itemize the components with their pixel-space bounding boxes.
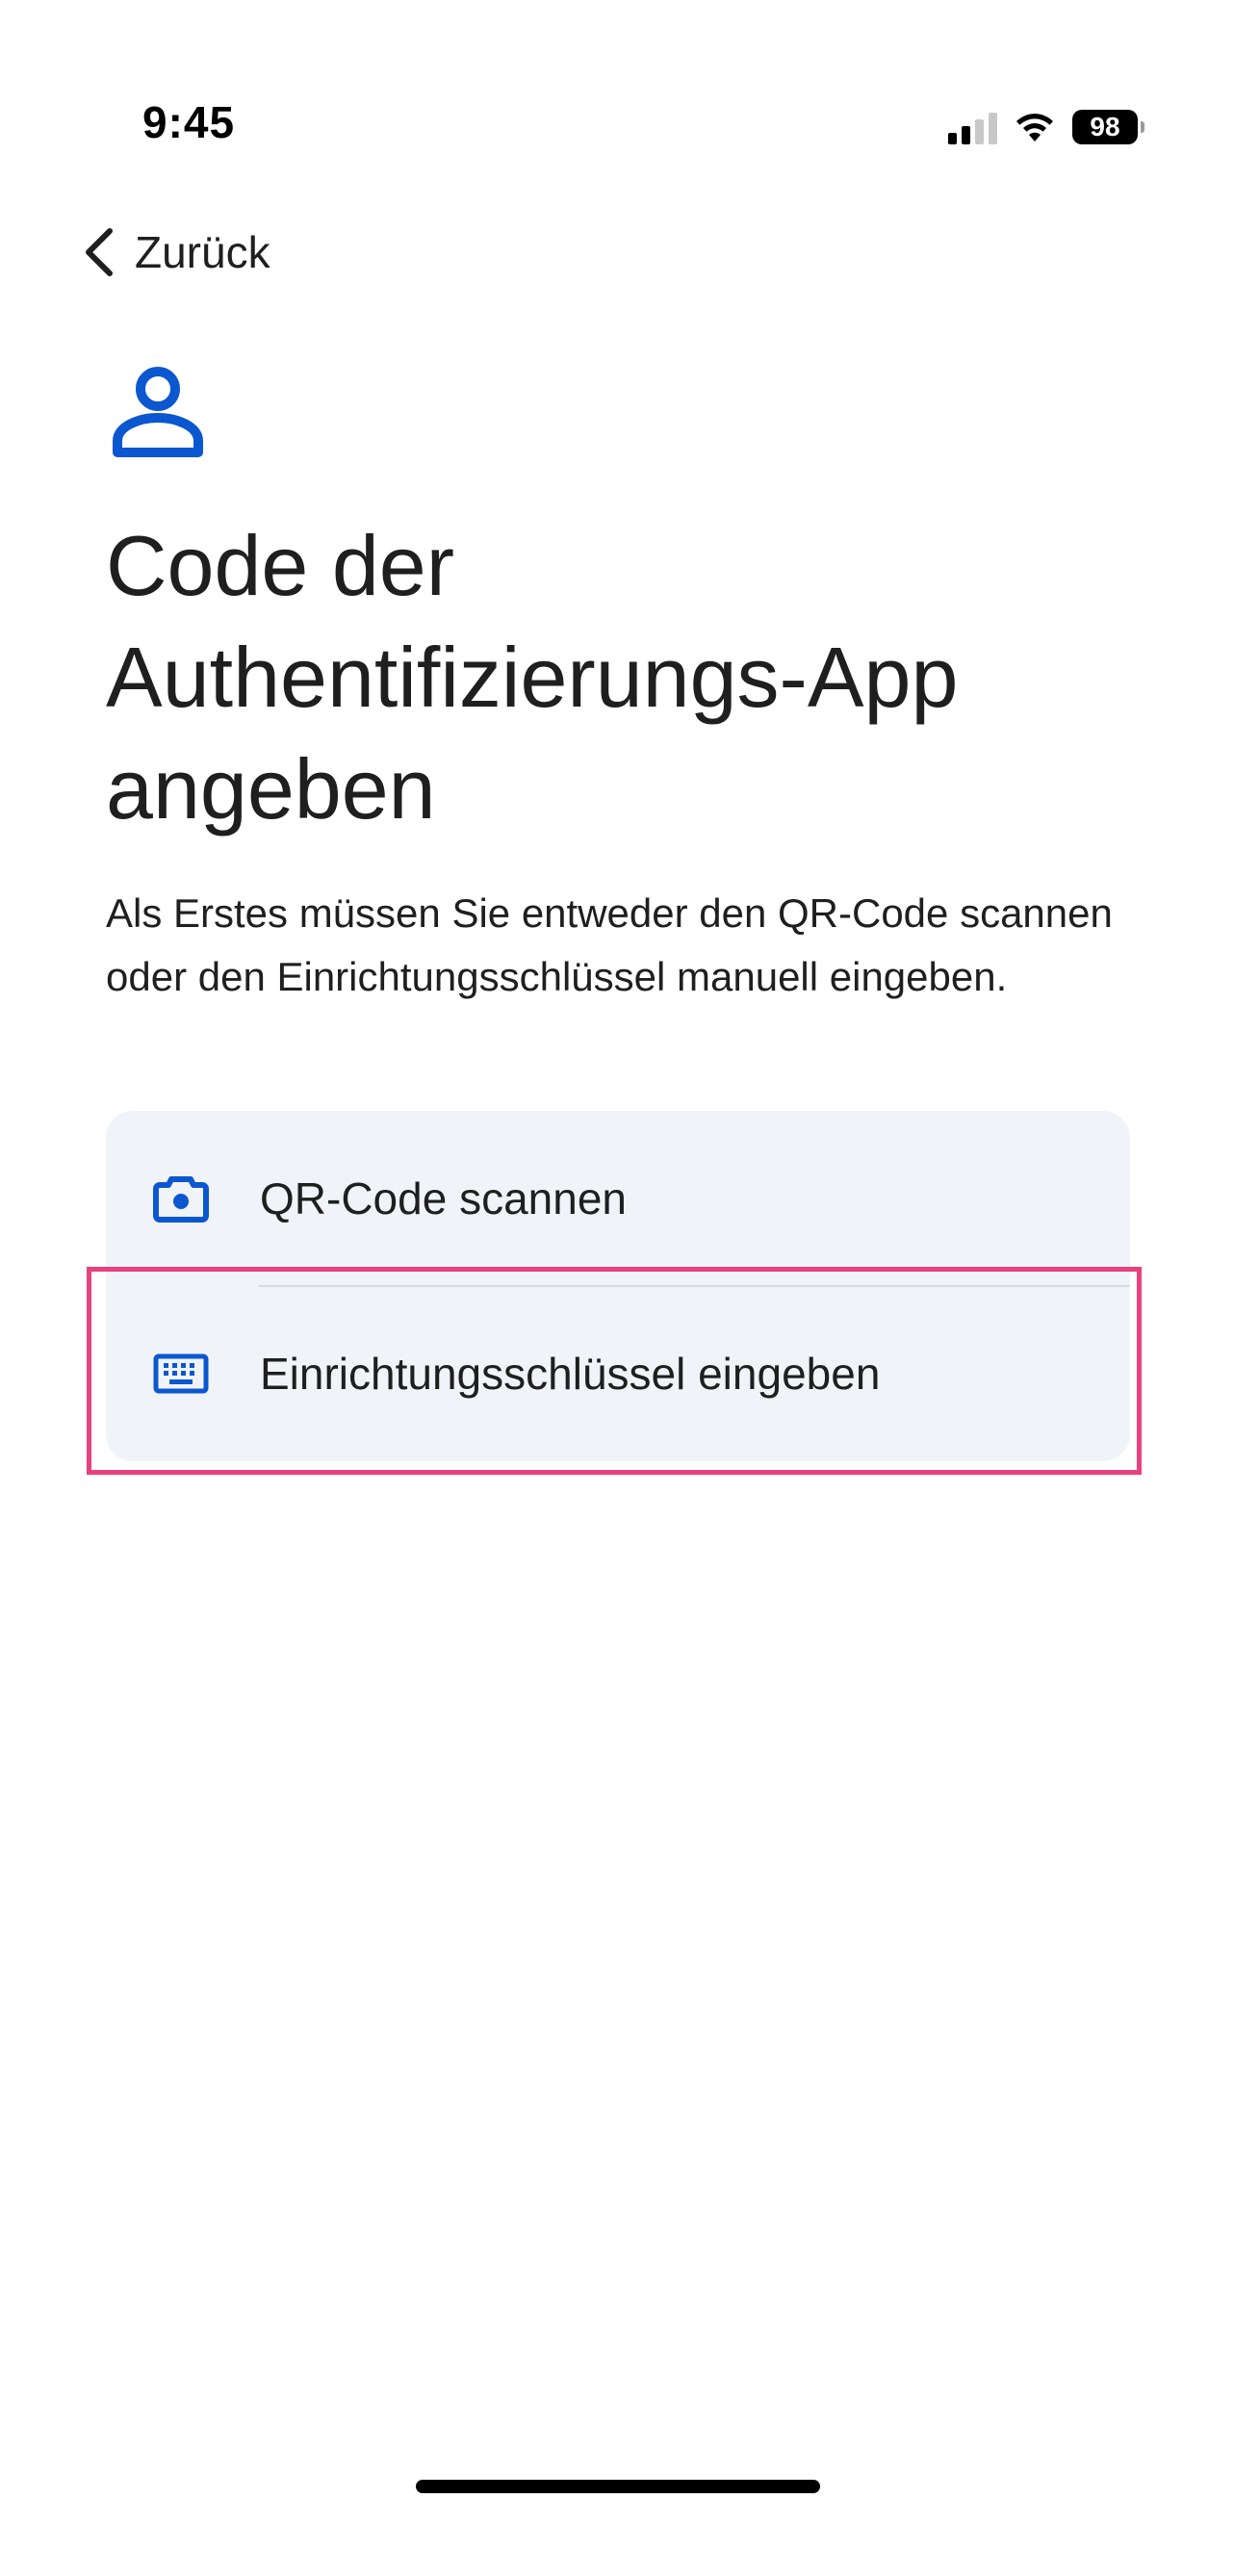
chevron-left-icon [86, 228, 113, 276]
back-button[interactable]: Zurück [79, 214, 270, 291]
status-bar: 9:45 98 [0, 0, 1234, 193]
back-label: Zurück [135, 227, 270, 277]
setup-options-card: QR-Code scannen Einrichtungsschlüssel ei… [106, 1111, 1130, 1461]
description-text: Als Erstes müssen Sie entweder den QR-Co… [106, 890, 1113, 999]
page-title-line: angeben [106, 741, 436, 837]
keyboard-icon [152, 1345, 210, 1403]
wifi-icon [1016, 114, 1053, 142]
enter-setup-key-option[interactable]: Einrichtungsschlüssel eingeben [106, 1286, 1130, 1461]
page-title-line: Code der [106, 518, 455, 613]
page-title-line: Authentifizierungs-App [106, 630, 959, 725]
cellular-signal-icon [948, 110, 997, 144]
scan-qr-code-option[interactable]: QR-Code scannen [106, 1111, 1130, 1286]
status-icons: 98 [948, 106, 1144, 148]
person-icon [113, 367, 203, 457]
page-title: Code der Authentifizierungs-App angeben [106, 510, 1145, 845]
camera-icon [152, 1170, 210, 1227]
status-time: 9:45 [142, 97, 236, 147]
home-indicator[interactable] [416, 2480, 820, 2493]
option-label: QR-Code scannen [260, 1173, 627, 1224]
option-label: Einrichtungsschlüssel eingeben [260, 1349, 881, 1399]
battery-level: 98 [1090, 112, 1120, 142]
battery-icon: 98 [1072, 110, 1144, 144]
